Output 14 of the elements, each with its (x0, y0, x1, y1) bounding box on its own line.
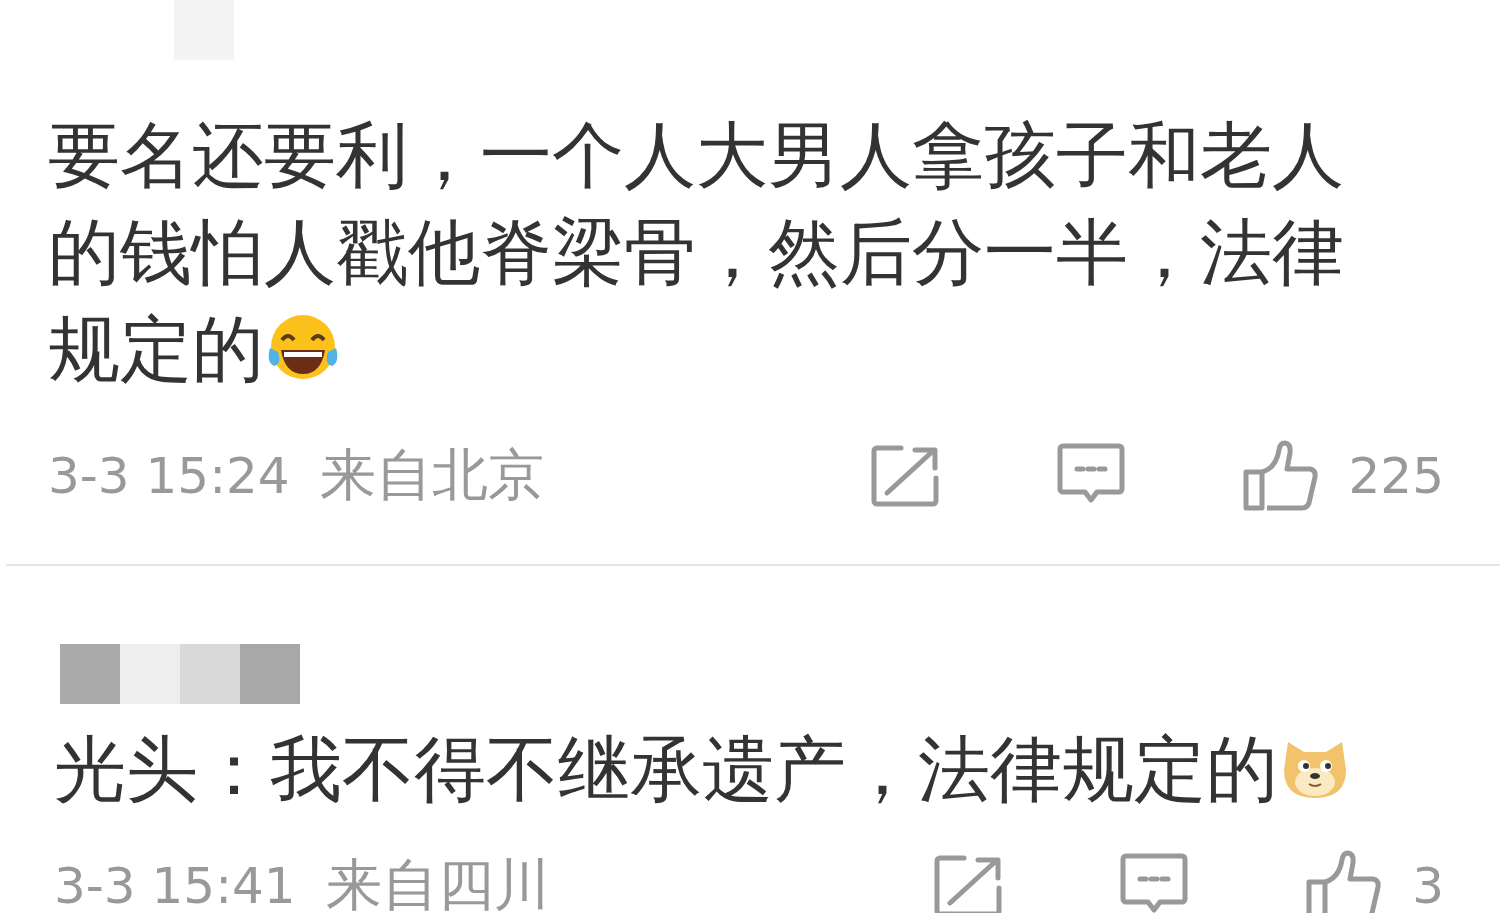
laughing-emoji-icon (266, 312, 340, 382)
location-label: 来自四川 (325, 851, 550, 913)
like-count: 3 (1412, 857, 1444, 913)
timestamp: 3-3 15:24 (48, 447, 290, 505)
thumbs-up-icon[interactable] (1306, 850, 1383, 913)
share-icon[interactable] (870, 444, 939, 508)
thumbs-up-icon[interactable] (1242, 440, 1319, 512)
comment-icon[interactable] (1120, 853, 1189, 913)
share-icon[interactable] (934, 854, 1003, 913)
location-label: 来自北京 (319, 441, 544, 509)
comment-text: 要名还要利，一个人大男人拿孩子和老人的钱怕人戳他脊梁骨，然后分一半，法律规定的 (48, 112, 1345, 393)
like-count: 225 (1348, 447, 1444, 505)
timestamp: 3-3 15:41 (54, 857, 296, 913)
comment-text: 光头：我不得不继承遗产，法律规定的 (54, 721, 1404, 818)
